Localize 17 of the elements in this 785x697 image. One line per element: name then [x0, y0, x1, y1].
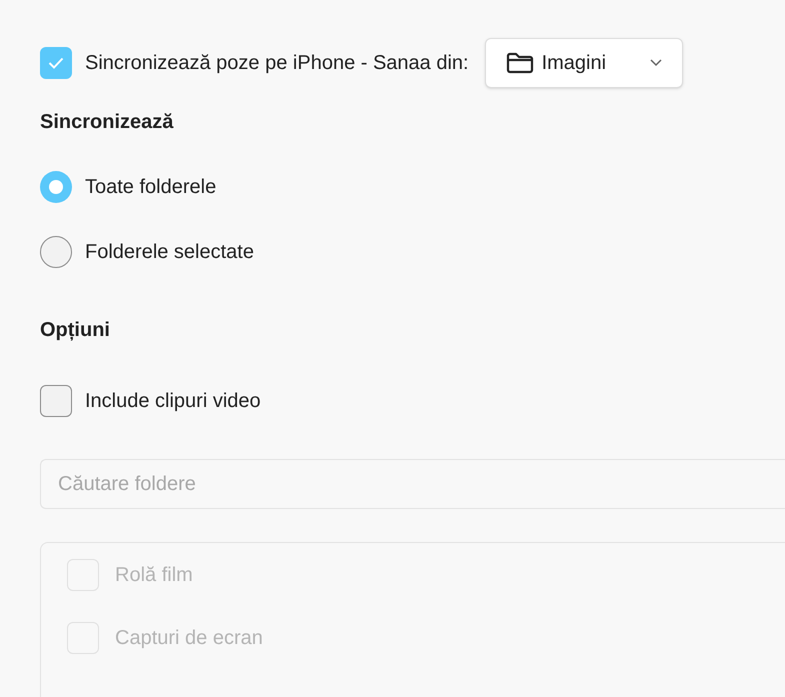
- check-icon: [48, 57, 64, 69]
- folder-label: Rolă film: [115, 563, 193, 588]
- checkbox[interactable]: [40, 47, 72, 79]
- checkbox[interactable]: [40, 385, 72, 417]
- search-field[interactable]: Căutare foldere: [40, 459, 785, 509]
- chevron-down-icon: [650, 59, 662, 67]
- source-dropdown[interactable]: Imagini: [484, 38, 683, 88]
- folder-label: Capturi de ecran: [115, 626, 263, 651]
- section-heading: Opțiuni: [40, 318, 111, 342]
- radio-button[interactable]: [40, 236, 72, 268]
- checkbox-label: Include clipuri video: [85, 389, 261, 414]
- section-heading: Sincronizează: [40, 110, 174, 134]
- radio-button[interactable]: [40, 171, 72, 203]
- radio-label: Toate folderele: [85, 175, 216, 200]
- checkbox-label: Sincronizează poze pe iPhone - Sanaa din:: [85, 51, 469, 76]
- folder-icon: [506, 52, 534, 74]
- radio-label: Folderele selectate: [85, 240, 254, 265]
